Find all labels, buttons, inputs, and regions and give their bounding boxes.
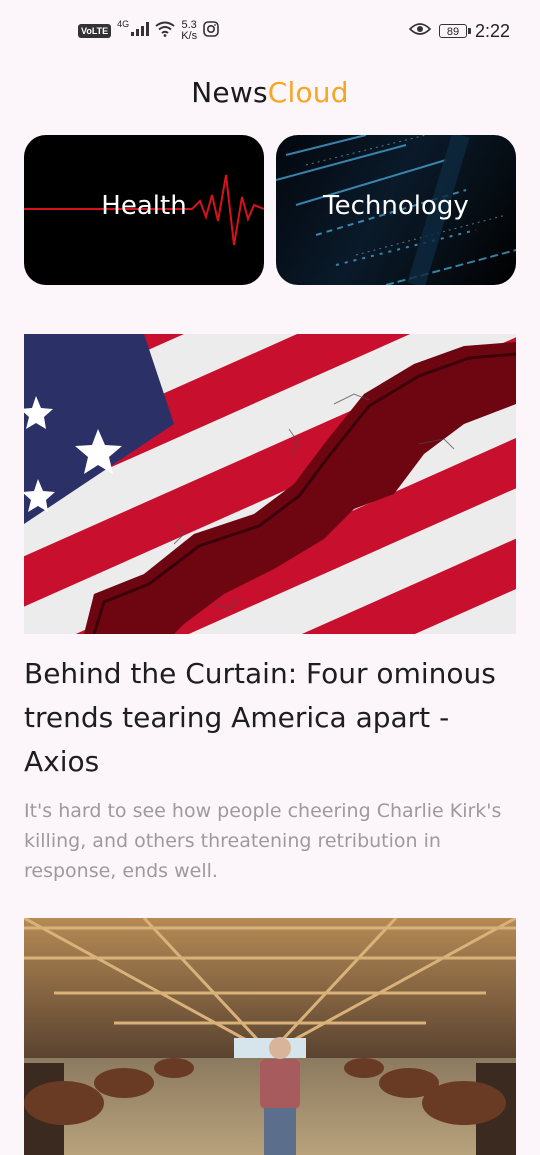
speed-unit: K/s [181, 30, 198, 42]
category-label: Technology [323, 191, 469, 221]
signal-icon [131, 21, 150, 41]
category-technology-card[interactable]: Technology [276, 135, 516, 285]
battery-icon: 89 [438, 24, 471, 38]
clock: 2:22 [474, 20, 510, 41]
app-title-cloud: Cloud [267, 76, 349, 109]
farmer-in-cattle-barn-image[interactable] [24, 918, 516, 1155]
wifi-icon [155, 21, 175, 42]
volte-badge: VoLTE [78, 24, 112, 38]
article-headline[interactable]: Behind the Curtain: Four ominous trends … [24, 652, 516, 784]
status-right: 89 2:22 [408, 18, 510, 44]
eye-icon [408, 22, 432, 41]
app-title: NewsCloud [0, 76, 540, 109]
category-label: Health [101, 191, 187, 221]
article-card[interactable]: Behind the Curtain: Four ominous trends … [24, 334, 516, 886]
cracked-american-flag-image[interactable] [24, 334, 516, 634]
category-health-card[interactable]: Health [24, 135, 264, 285]
article-card[interactable] [24, 918, 516, 1155]
network-speed: 5.3 K/s [181, 20, 197, 42]
status-bar: VoLTE 4G 5.3 K/s 89 2:22 [0, 0, 540, 64]
instagram-icon [203, 20, 219, 42]
app-title-news: News [191, 76, 268, 109]
article-summary: It's hard to see how people cheering Cha… [24, 800, 502, 882]
network-type: 4G [117, 19, 130, 29]
status-left: VoLTE 4G 5.3 K/s [78, 18, 219, 44]
